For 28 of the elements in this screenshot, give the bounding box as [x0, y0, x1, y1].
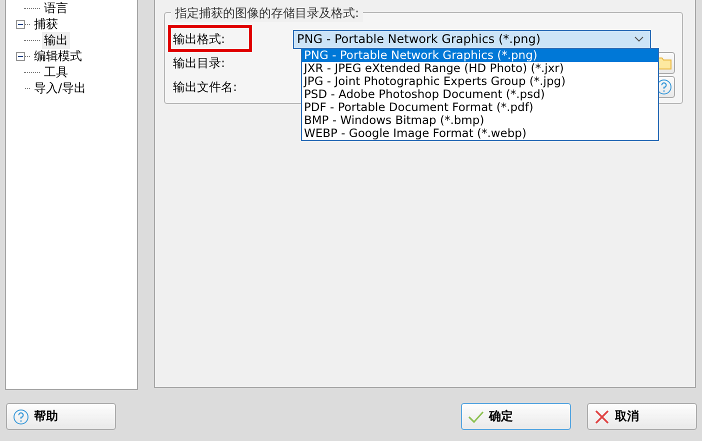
field-label: 输出文件名: — [173, 80, 238, 94]
collapse-icon[interactable] — [16, 52, 25, 60]
dropdown-option[interactable]: JXR - JPEG eXtended Range (HD Photo) (*.jxr) — [302, 62, 658, 75]
field-label: 输出目录: — [173, 56, 226, 70]
help-icon — [13, 408, 29, 424]
tree-item[interactable]: 语言 — [42, 0, 70, 16]
cancel-button[interactable]: 取消 — [587, 403, 697, 430]
dropdown-option[interactable]: PSD - Adobe Photoshop Document (*.psd) — [302, 88, 658, 101]
dropdown-option[interactable]: JPG - Joint Photographic Experts Group (*.jpg) — [302, 75, 658, 88]
ok-button[interactable]: 确定 — [461, 403, 571, 430]
help-icon — [656, 79, 672, 95]
chevron-icon — [634, 36, 644, 42]
dropdown-option[interactable]: BMP - Windows Bitmap (*.bmp) — [302, 114, 658, 127]
tree-item[interactable]: 捕获 — [32, 16, 60, 32]
format-dropdown[interactable]: PNG - Portable Network Graphics (*.png) — [293, 30, 651, 48]
tree-item[interactable]: 工具 — [42, 64, 70, 80]
checkmark-icon — [468, 410, 484, 424]
field-label: 输出格式: — [173, 32, 226, 46]
collapse-icon[interactable] — [16, 20, 25, 28]
dropdown-option[interactable]: PDF - Portable Document Format (*.pdf) — [302, 101, 658, 114]
tree-item[interactable]: 导入/导出 — [32, 80, 88, 96]
group-title: 指定捕获的图像的存储目录及格式: — [171, 5, 364, 22]
close-icon — [594, 408, 610, 424]
dropdown-option[interactable]: WEBP - Google Image Format (*.webp) — [302, 127, 658, 140]
help-button[interactable]: 帮助 — [6, 403, 116, 430]
tree-item[interactable]: 输出 — [42, 32, 70, 48]
dropdown-option[interactable]: PNG - Portable Network Graphics (*.png) — [302, 49, 658, 62]
tree-item[interactable]: 编辑模式 — [32, 48, 84, 64]
